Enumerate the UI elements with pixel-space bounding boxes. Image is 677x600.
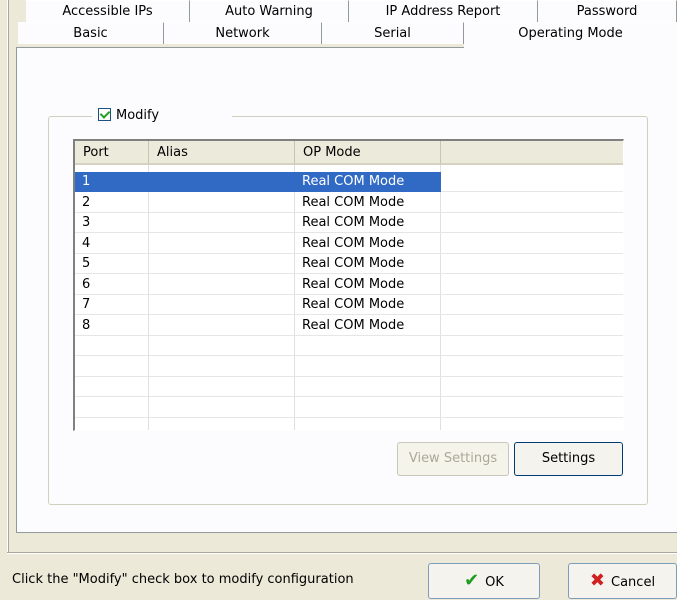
cell-op-mode: Real COM Mode: [302, 235, 405, 251]
cell-port: 7: [82, 297, 91, 312]
checkmark-icon: ✔: [464, 570, 480, 591]
cancel-label: Cancel: [611, 575, 656, 590]
cancel-button[interactable]: ✖ Cancel: [568, 563, 677, 599]
cell-alias: [149, 316, 295, 336]
cell-alias: [149, 295, 295, 315]
tab-serial[interactable]: Serial: [322, 22, 464, 44]
cell-port: 1: [75, 172, 149, 192]
tab-basic[interactable]: Basic: [18, 22, 164, 44]
port-list[interactable]: Port Alias OP Mode 1 Real COM Mode 2 Real C…: [73, 139, 624, 431]
ok-label: OK: [485, 575, 504, 590]
view-settings-button[interactable]: View Settings: [397, 442, 509, 476]
window-bottom-edge: [7, 552, 677, 554]
table-row[interactable]: [75, 336, 623, 356]
table-row[interactable]: 4 Real COM Mode: [75, 234, 623, 254]
cell-op-mode: Real COM Mode: [295, 172, 441, 192]
tab-accessible-ips[interactable]: Accessible IPs: [26, 0, 190, 22]
cell-op-mode: Real COM Mode: [302, 317, 405, 333]
modify-label: Modify: [116, 108, 160, 123]
column-header-op-mode[interactable]: OP Mode: [295, 141, 441, 165]
tab-network[interactable]: Network: [164, 22, 322, 44]
table-row[interactable]: 7 Real COM Mode: [75, 295, 623, 315]
table-row[interactable]: [75, 418, 623, 430]
table-row[interactable]: 8 Real COM Mode: [75, 316, 623, 336]
cell-op-mode: Real COM Mode: [302, 256, 405, 271]
cell-port: 2: [82, 194, 91, 210]
tab-operating-mode[interactable]: Operating Mode: [464, 22, 677, 48]
table-row[interactable]: 1 Real COM Mode: [75, 172, 623, 192]
cell-alias: [149, 234, 295, 254]
modify-checkbox-label[interactable]: Modify: [92, 106, 232, 126]
window-left-edge: [7, 0, 9, 553]
cell-alias: [149, 193, 295, 213]
column-header-empty[interactable]: [441, 141, 623, 165]
cell-alias: [149, 172, 295, 192]
ok-button[interactable]: ✔ OK: [428, 563, 540, 599]
cell-port: 6: [82, 276, 91, 292]
cell-port: 4: [82, 235, 91, 251]
cell-op-mode: Real COM Mode: [302, 194, 405, 210]
table-row[interactable]: 6 Real COM Mode: [75, 275, 623, 295]
table-row[interactable]: [75, 377, 623, 397]
table-row[interactable]: 5 Real COM Mode: [75, 254, 623, 274]
column-header-alias[interactable]: Alias: [149, 141, 295, 165]
table-row[interactable]: 3 Real COM Mode: [75, 213, 623, 233]
cell-alias: [149, 254, 295, 274]
tab-auto-warning[interactable]: Auto Warning: [190, 0, 349, 22]
cell-alias: [149, 213, 295, 233]
status-text: Click the "Modify" check box to modify c…: [12, 572, 354, 587]
table-row[interactable]: [75, 357, 623, 377]
table-row[interactable]: [75, 398, 623, 418]
cell-op-mode: Real COM Mode: [302, 297, 405, 312]
cell-port: 3: [82, 215, 91, 230]
modify-checkbox[interactable]: [98, 108, 111, 121]
x-mark-icon: ✖: [589, 570, 606, 591]
cell-op-mode: Real COM Mode: [302, 215, 405, 230]
cell-op-mode: Real COM Mode: [302, 276, 405, 292]
cell-port: 5: [82, 256, 91, 271]
tab-password[interactable]: Password: [538, 0, 677, 22]
settings-button[interactable]: Settings: [514, 442, 623, 476]
tab-ip-address-report[interactable]: IP Address Report: [349, 0, 538, 22]
column-header-port[interactable]: Port: [75, 141, 149, 165]
cell-port: 8: [82, 317, 91, 333]
table-row[interactable]: 2 Real COM Mode: [75, 193, 623, 213]
cell-alias: [149, 275, 295, 295]
